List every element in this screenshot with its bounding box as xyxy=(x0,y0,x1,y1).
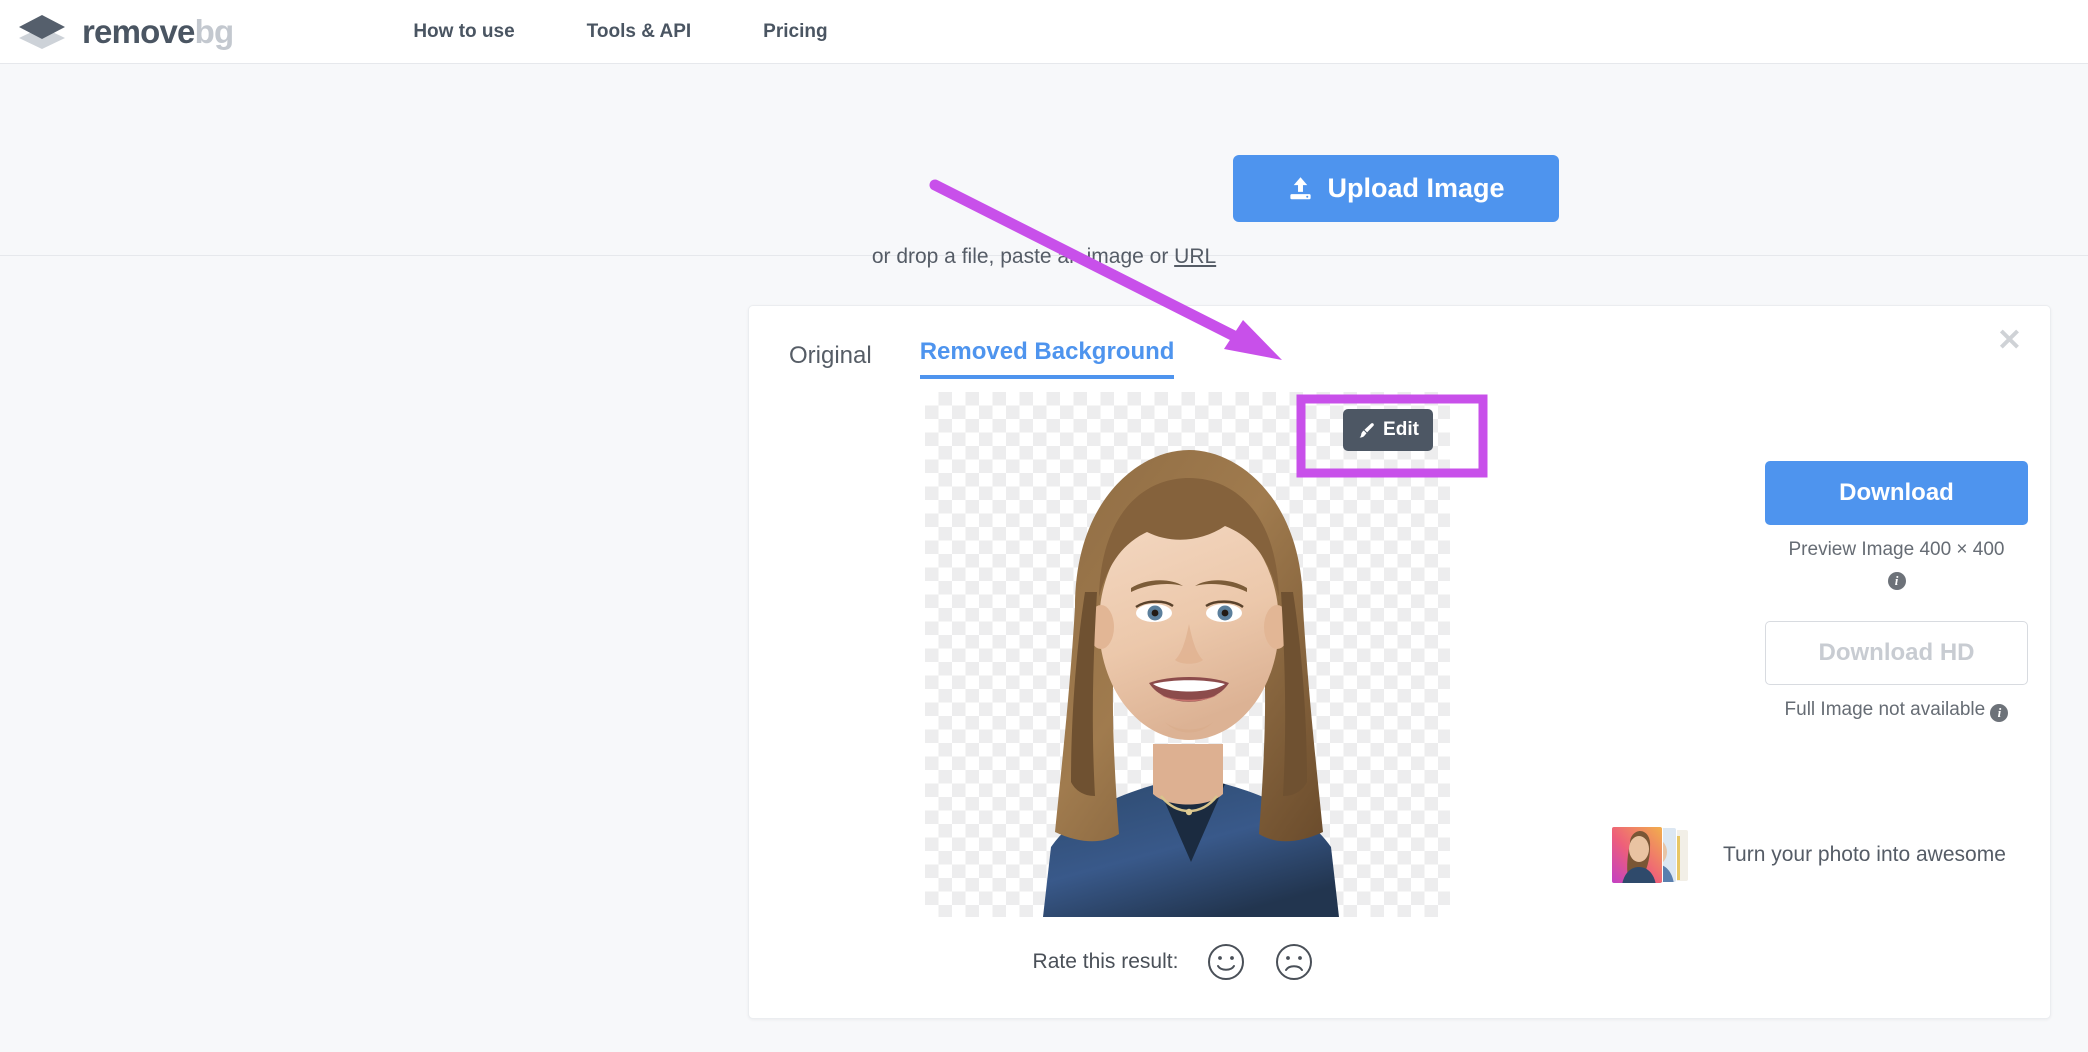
download-hd-caption-text: Full Image not available xyxy=(1784,699,1986,720)
upload-hero: Upload Image or drop a file, paste an im… xyxy=(0,65,2088,268)
url-link[interactable]: URL xyxy=(1174,245,1216,268)
portrait-photo xyxy=(1043,450,1339,917)
promo-banner[interactable]: Turn your photo into awesome xyxy=(1611,826,2006,884)
logo-text: removebg xyxy=(82,13,235,50)
drop-hint: or drop a file, paste an image or URL xyxy=(0,245,2088,269)
logo-text-primary: remove xyxy=(82,13,195,50)
edit-button[interactable]: Edit xyxy=(1343,409,1433,451)
upload-image-button[interactable]: Upload Image xyxy=(1233,155,1559,222)
result-image-preview[interactable] xyxy=(925,392,1450,917)
download-hd-caption: Full Image not available i xyxy=(1715,699,2078,722)
site-header: removebg How to use Tools & API Pricing xyxy=(0,0,2088,64)
paintbrush-icon xyxy=(1357,421,1376,440)
download-caption-info: i xyxy=(1765,570,2028,590)
stacked-photo-thumbnails xyxy=(1611,826,1703,884)
nav-item-pricing[interactable]: Pricing xyxy=(763,21,827,43)
rate-result-row: Rate this result: xyxy=(925,942,1450,982)
drop-hint-text: or drop a file, paste an image or xyxy=(871,245,1175,268)
result-tabs: Original Removed Background xyxy=(789,338,1222,379)
close-icon[interactable]: ✕ xyxy=(1997,326,2022,356)
nav-item-how-to-use[interactable]: How to use xyxy=(413,21,514,43)
download-hd-button[interactable]: Download HD xyxy=(1765,621,2028,685)
stacked-diamond-logo-icon xyxy=(16,10,68,54)
download-button[interactable]: Download xyxy=(1765,461,2028,525)
download-caption: Preview Image 400 × 400 xyxy=(1788,539,2005,560)
tab-removed-background[interactable]: Removed Background xyxy=(919,338,1175,379)
promo-text: Turn your photo into awesome xyxy=(1723,843,2006,866)
main-nav: How to use Tools & API Pricing xyxy=(413,21,899,43)
info-icon[interactable]: i xyxy=(1887,572,1906,590)
rate-result-label: Rate this result: xyxy=(1032,950,1179,973)
result-card: ✕ Original Removed Background Edit Rate … xyxy=(748,305,2051,1019)
nav-item-tools-api[interactable]: Tools & API xyxy=(587,21,692,43)
tab-original[interactable]: Original xyxy=(789,342,872,379)
edit-button-label: Edit xyxy=(1383,419,1419,440)
info-icon[interactable]: i xyxy=(1990,704,2009,722)
upload-image-button-label: Upload Image xyxy=(1327,173,1505,203)
frowny-face-icon[interactable] xyxy=(1274,942,1314,982)
logo-text-secondary: bg xyxy=(194,13,235,50)
upload-icon xyxy=(1287,175,1314,202)
logo[interactable]: removebg xyxy=(16,10,235,54)
smiley-face-icon[interactable] xyxy=(1206,942,1246,982)
